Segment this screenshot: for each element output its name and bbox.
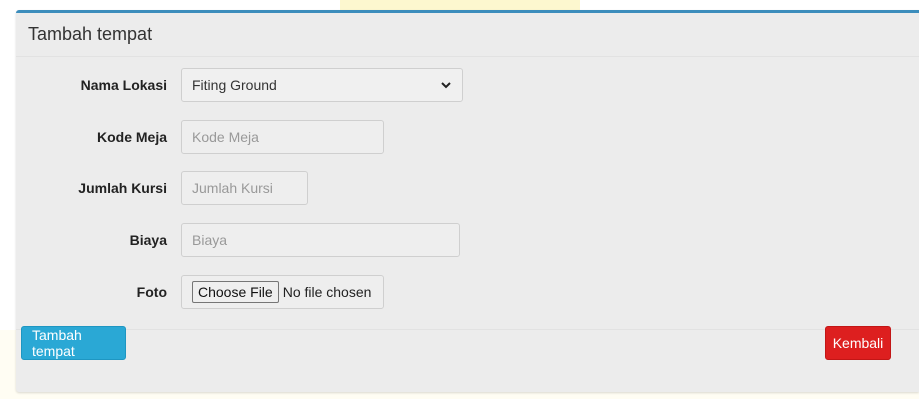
foto-label: Foto [136,284,167,300]
form-row-foto: Foto [16,275,919,309]
jumlah-kursi-input[interactable]: Jumlah Kursi [181,171,308,205]
form-row-nama-lokasi: Nama Lokasi [16,68,919,102]
kode-meja-label: Kode Meja [96,129,167,145]
nama-lokasi-selected-value: Fiting Ground [192,77,277,93]
chevron-down-icon [441,82,451,89]
foto-file-input[interactable]: Choose File No file chosen [181,275,384,309]
biaya-placeholder: Biaya [192,232,228,248]
file-status-text: No file chosen [282,284,372,300]
add-place-card: Tambah tempat Nama Lokasi Fiting Ground … [16,10,919,392]
kode-meja-input[interactable]: Kode Meja [181,120,384,154]
card-header: Tambah tempat [16,13,919,57]
choose-file-button[interactable]: Choose File [192,281,279,303]
jumlah-kursi-label: Jumlah Kursi [78,180,167,196]
nama-lokasi-select[interactable]: Fiting Ground [181,68,463,102]
form-row-jumlah-kursi: Jumlah Kursi [16,171,919,205]
biaya-label: Biaya [129,232,167,248]
card-footer-divider [16,329,919,330]
form-row-kode-meja: Kode Meja [16,120,919,154]
form-row-biaya: Biaya [16,223,919,257]
card-title: Tambah tempat [28,24,153,44]
kode-meja-placeholder: Kode Meja [192,129,259,145]
kembali-button[interactable]: Kembali [825,326,891,360]
biaya-input[interactable]: Biaya [181,223,460,257]
tambah-tempat-button[interactable]: Tambah tempat [21,326,126,360]
jumlah-kursi-placeholder: Jumlah Kursi [192,180,273,196]
nama-lokasi-label: Nama Lokasi [80,77,167,93]
